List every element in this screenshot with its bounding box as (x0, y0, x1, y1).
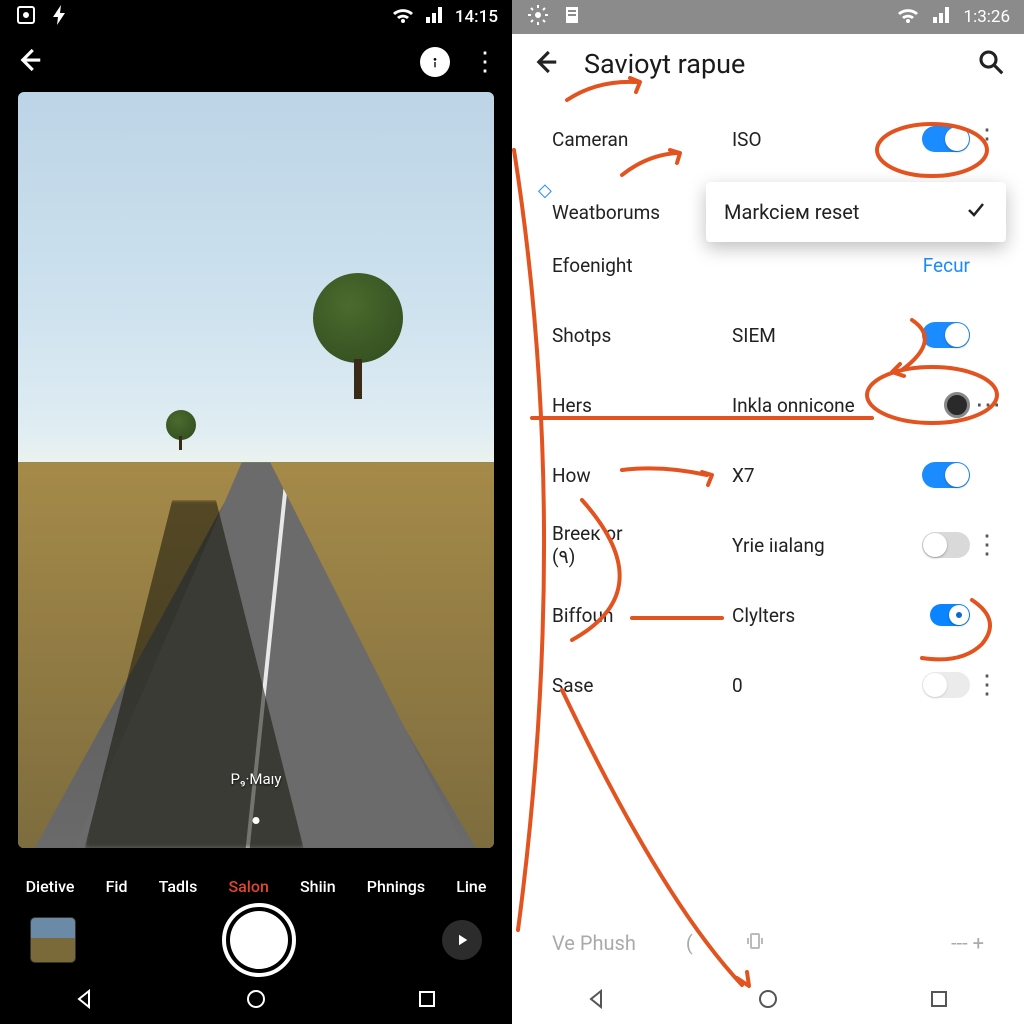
cell-signal-icon (930, 3, 954, 32)
camera-mode-active[interactable]: Salon (228, 877, 268, 896)
setting-key: Efoenight (552, 254, 732, 277)
status-bar-right: 1:3:26 (512, 0, 1024, 34)
footer-label: Ve Phush (552, 931, 636, 955)
page-title: Savioyt rapue (584, 48, 745, 80)
setting-value: Inkla onnicone (732, 394, 900, 417)
camera-mode[interactable]: Line (456, 877, 486, 896)
setting-key: Biffoun (552, 604, 732, 627)
page-indicator-dot (253, 817, 260, 824)
clock-text: 14:15 (455, 7, 498, 27)
tree-icon (166, 410, 196, 450)
setting-key: Hers (552, 394, 732, 417)
setting-value: ISO (732, 128, 900, 151)
row-overflow-icon[interactable] (970, 390, 1004, 420)
viewfinder-caption: P₉·Maıy (18, 770, 494, 788)
camera-top-bar (0, 34, 512, 90)
vibrate-icon[interactable] (743, 929, 767, 958)
row-overflow-icon[interactable] (970, 670, 1004, 700)
toggle-switch[interactable] (922, 322, 970, 348)
alert-badge-icon[interactable] (420, 47, 450, 77)
setting-key: Cameran (552, 128, 732, 151)
setting-row-shotps[interactable]: Shotps SIEM (512, 300, 1024, 370)
settings-top-bar: Savioyt rapue (512, 34, 1024, 94)
status-bar-left: 14:15 (0, 0, 512, 34)
back-icon[interactable] (14, 45, 44, 79)
check-icon (964, 198, 988, 227)
camera-mode[interactable]: Tadls (159, 877, 198, 896)
setting-key: Weatborums (552, 201, 660, 224)
toggle-switch[interactable] (930, 604, 970, 626)
wifi-icon (391, 3, 415, 32)
toggle-switch[interactable] (922, 672, 970, 698)
dropdown-panel[interactable]: Markcieм reset (706, 182, 1006, 242)
overflow-menu-icon[interactable] (472, 47, 498, 77)
camera-screen: 14:15 P₉·Maıy Dietive (0, 0, 512, 1024)
cog-tray-icon (526, 3, 550, 32)
setting-key: How (552, 464, 732, 487)
camera-bottom-bar (0, 902, 512, 978)
camera-mode-strip[interactable]: Dietive Fid Tadls Salon Shiin Phnings Li… (0, 866, 512, 906)
nav-home-icon[interactable] (756, 987, 780, 1015)
camera-mode[interactable]: Dietive (26, 877, 75, 896)
setting-row-cameran[interactable]: Cameran ISO (512, 104, 1024, 174)
settings-screen: 1:3:26 Savioyt rapue Cameran ISO ◇ Weatb… (512, 0, 1024, 1024)
setting-row-breek[interactable]: Breeк or (٩) Yrie iıalang (512, 510, 1024, 580)
toggle-switch[interactable] (922, 126, 970, 152)
camera-mode[interactable]: Shiin (300, 877, 336, 896)
setting-link[interactable]: Fecur (923, 254, 970, 277)
setting-value: 0 (732, 674, 900, 697)
doc-tray-icon (560, 3, 584, 32)
row-overflow-icon[interactable] (970, 530, 1004, 560)
clock-text: 1:3:26 (964, 7, 1010, 27)
wifi-icon (896, 3, 920, 32)
camera-mode[interactable]: Fid (106, 877, 128, 896)
screenshot-icon (14, 3, 38, 32)
nav-back-icon[interactable] (73, 987, 97, 1015)
back-icon[interactable] (530, 47, 560, 81)
row-overflow-icon[interactable] (970, 124, 1004, 154)
android-nav-bar-left (0, 978, 512, 1024)
setting-value: Clylters (732, 604, 900, 627)
setting-row-hers[interactable]: Hers Inkla onnicone (512, 370, 1024, 440)
lightning-icon (48, 3, 72, 32)
nav-home-icon[interactable] (244, 987, 268, 1015)
tree-icon (313, 273, 403, 399)
nav-recents-icon[interactable] (415, 987, 439, 1015)
setting-value: Yrie iıalang (732, 534, 900, 557)
android-nav-bar-right (512, 978, 1024, 1024)
blue-badge-icon: ◇ (538, 180, 552, 201)
setting-row-how[interactable]: How X7 (512, 440, 1024, 510)
toggle-switch[interactable] (922, 532, 970, 558)
setting-row-sase[interactable]: Sase 0 (512, 650, 1024, 720)
camera-viewfinder[interactable]: P₉·Maıy (18, 92, 494, 848)
toggle-switch[interactable] (922, 462, 970, 488)
gallery-thumbnail[interactable] (30, 917, 76, 963)
setting-key: Sase (552, 674, 732, 697)
cell-signal-icon (423, 3, 447, 32)
setting-row-biffoun[interactable]: Biffoun Clylters (512, 580, 1024, 650)
nav-recents-icon[interactable] (927, 987, 951, 1015)
camera-mode[interactable]: Phnings (367, 877, 425, 896)
nav-back-icon[interactable] (585, 987, 609, 1015)
setting-value: X7 (732, 464, 900, 487)
settings-footer: Ve Phush ( --- + (512, 914, 1024, 972)
setting-value: SIEM (732, 324, 900, 347)
setting-key: Breeк or (٩) (552, 522, 732, 568)
shutter-button[interactable] (222, 903, 296, 977)
footer-trail: --- + (951, 931, 984, 955)
setting-key: Shotps (552, 324, 732, 347)
radio-selector[interactable] (944, 392, 970, 418)
footer-paren: ( (686, 931, 693, 955)
switch-to-video-button[interactable] (442, 920, 482, 960)
search-icon[interactable] (976, 47, 1006, 81)
dropdown-label: Markcieм reset (724, 200, 859, 224)
